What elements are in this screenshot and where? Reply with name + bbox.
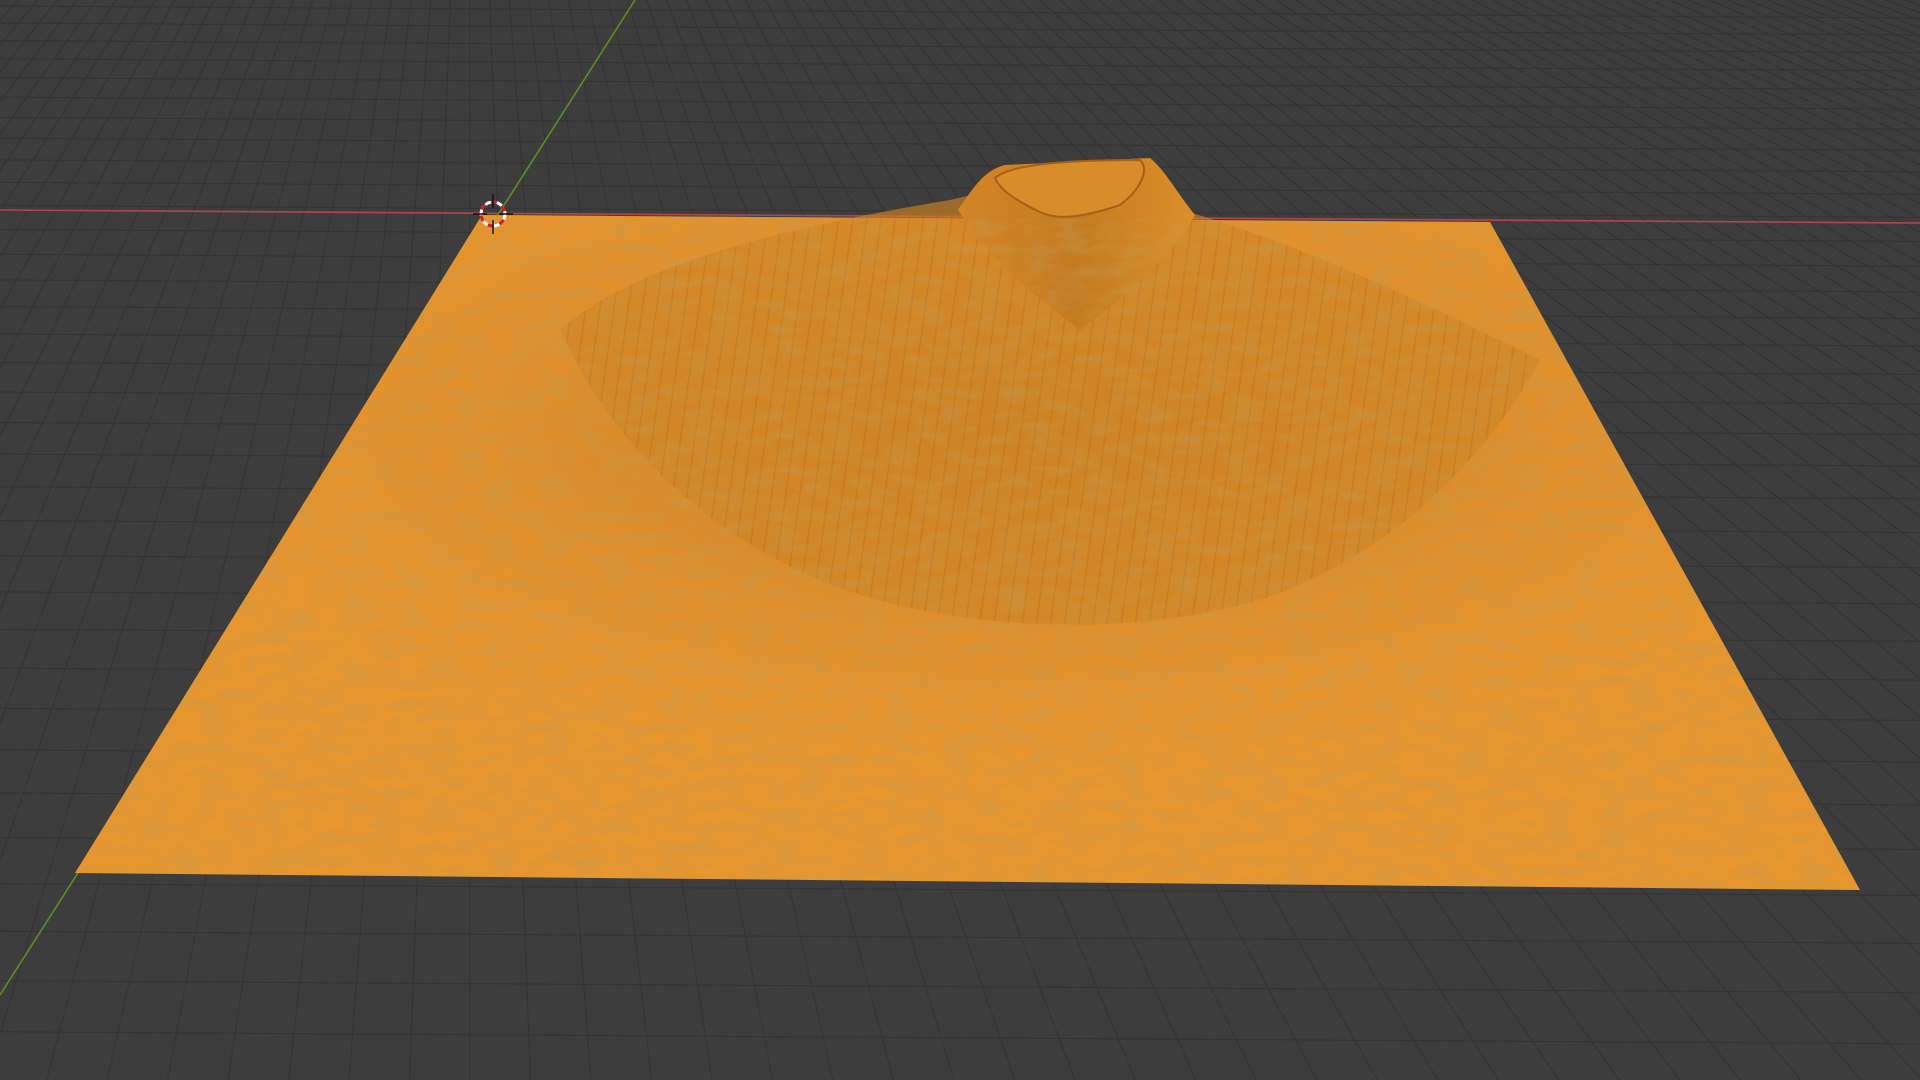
viewport-canvas[interactable] <box>0 0 1920 1080</box>
3d-viewport[interactable] <box>0 0 1920 1080</box>
